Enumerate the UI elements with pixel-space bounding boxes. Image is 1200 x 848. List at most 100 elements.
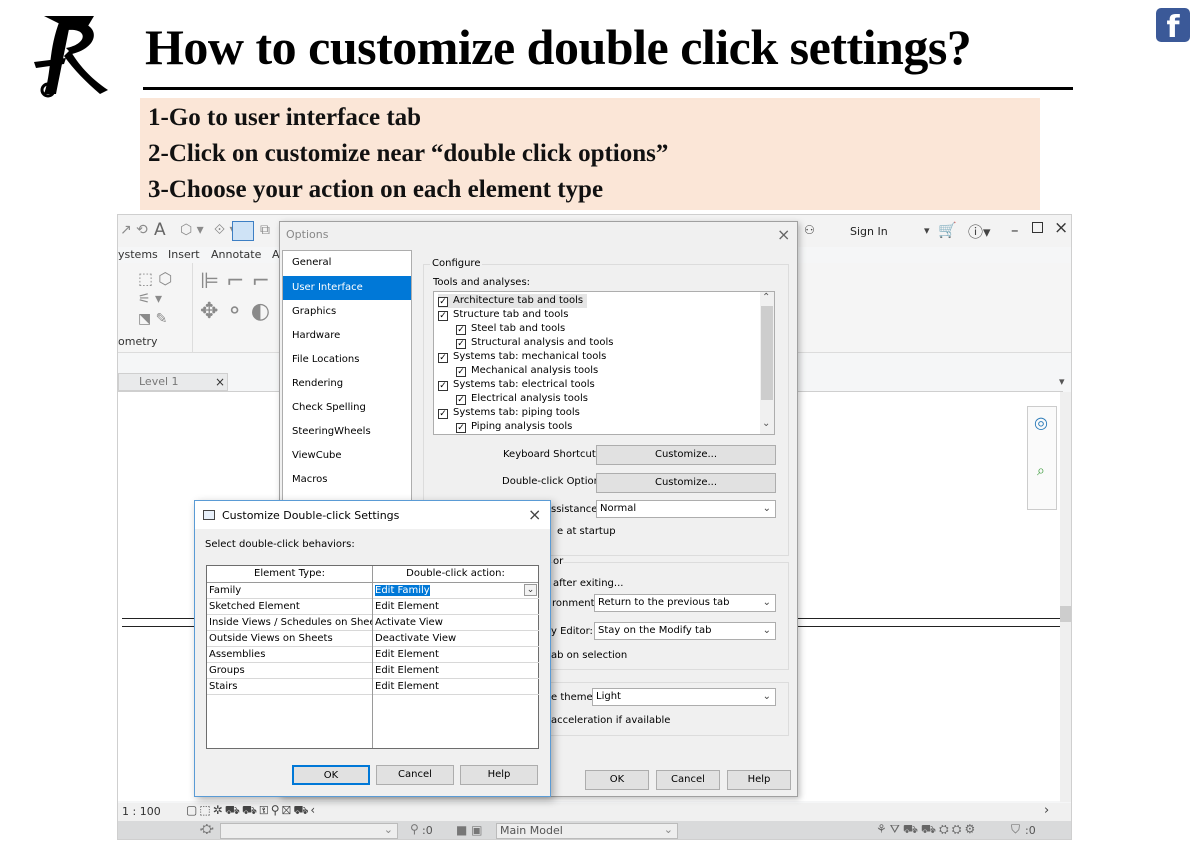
tab-annotate[interactable]: Annotate: [211, 248, 261, 261]
scroll-up-icon[interactable]: ⌃: [762, 292, 770, 303]
tree-item-structure[interactable]: ✓ Structure tab and tools: [438, 308, 568, 322]
dc-ok-button[interactable]: OK: [292, 765, 370, 785]
chevron-down-icon: ⌄: [762, 691, 771, 702]
nav-rendering[interactable]: Rendering: [283, 372, 411, 396]
cut-tool-icon[interactable]: ⚟ ▾: [138, 291, 162, 307]
scroll-right-icon[interactable]: ›: [1044, 803, 1049, 818]
tree-item-mechanical-analysis[interactable]: ✓ Mechanical analysis tools: [456, 364, 598, 378]
checkbox[interactable]: ✓: [456, 367, 466, 377]
view-control-icons[interactable]: ▢⬚✲⛟⛟⚿⚲⛝⛟‹: [186, 803, 317, 819]
help-icon[interactable]: ⓘ▾: [968, 221, 991, 242]
scale-label[interactable]: 1 : 100: [122, 805, 161, 818]
nav-macros[interactable]: Macros: [283, 468, 411, 492]
options-help-button[interactable]: Help: [727, 770, 791, 790]
checkbox[interactable]: ✓: [438, 381, 448, 391]
facebook-icon[interactable]: f: [1156, 8, 1190, 45]
row-action-assemblies[interactable]: Edit Element: [373, 647, 539, 663]
checkbox[interactable]: ✓: [456, 339, 466, 349]
minimize-icon[interactable]: –: [1011, 221, 1019, 239]
view-list-icon[interactable]: ▾: [1059, 375, 1065, 388]
user-icon[interactable]: ⚇: [804, 223, 815, 237]
theme-select[interactable]: Light ⌄: [592, 688, 776, 706]
row-action-sketched[interactable]: Edit Element: [373, 599, 539, 615]
checkbox[interactable]: ✓: [438, 353, 448, 363]
close-icon[interactable]: ×: [777, 225, 790, 244]
align-icon[interactable]: ⊫ ⌐ ⌐: [200, 269, 270, 294]
double-click-customize-button[interactable]: Customize...: [596, 473, 776, 493]
close-view-icon[interactable]: ×: [215, 374, 225, 390]
selection-icons[interactable]: ⚘⛛⛟⛟⛭⛭⚙: [876, 822, 978, 838]
tooltip-assistance-select[interactable]: Normal ⌄: [596, 500, 776, 518]
keyboard-customize-button[interactable]: Customize...: [596, 445, 776, 465]
sign-in-link[interactable]: Sign In: [850, 225, 888, 238]
thin-lines-icon[interactable]: [232, 221, 254, 241]
row-action-inside-views[interactable]: Activate View: [373, 615, 539, 631]
environment-label: ronment:: [552, 598, 598, 609]
3d-view-icon[interactable]: ⬡ ▾: [180, 222, 204, 238]
nav-file-locations[interactable]: File Locations: [283, 348, 411, 372]
nav-hardware[interactable]: Hardware: [283, 324, 411, 348]
tab-insert[interactable]: Insert: [168, 248, 200, 261]
worksets-icon[interactable]: ⛮: [200, 822, 214, 837]
tools-scrollbar[interactable]: ⌃ ⌄: [760, 292, 774, 434]
tree-item-architecture[interactable]: ✓ Architecture tab and tools: [438, 294, 588, 308]
workset-dropdown[interactable]: ⌄: [220, 823, 398, 839]
nav-viewcube[interactable]: ViewCube: [283, 444, 411, 468]
checkbox[interactable]: ✓: [438, 297, 448, 307]
tree-item-steel[interactable]: ✓ Steel tab and tools: [456, 322, 565, 336]
nav-check-spelling[interactable]: Check Spelling: [283, 396, 411, 420]
design-options-icon[interactable]: ■ ▣: [456, 823, 483, 837]
row-action-groups[interactable]: Edit Element: [373, 663, 539, 679]
editable-only-icon[interactable]: ⚲: [410, 822, 419, 836]
status-bar: ⛮ ⌄ ⚲ :0 ■ ▣ Main Model ⌄ ⚘⛛⛟⛟⛭⛭⚙ ⛉ :0: [118, 821, 1071, 839]
dc-help-button[interactable]: Help: [460, 765, 538, 785]
close-icon[interactable]: ×: [1054, 218, 1068, 238]
vertical-scrollbar[interactable]: [1060, 392, 1071, 802]
nav-general[interactable]: General: [283, 251, 411, 275]
move-icon[interactable]: ✥ ⚬ ◐: [200, 299, 270, 324]
tree-item-structural-analysis[interactable]: ✓ Structural analysis and tools: [456, 336, 613, 350]
nav-steeringwheels[interactable]: SteeringWheels: [283, 420, 411, 444]
close-icon[interactable]: ×: [528, 505, 541, 524]
nav-graphics[interactable]: Graphics: [283, 300, 411, 324]
checkbox[interactable]: ✓: [456, 395, 466, 405]
text-icon[interactable]: A: [154, 220, 166, 240]
tree-item-piping[interactable]: ✓ Systems tab: piping tools: [438, 406, 580, 420]
tab-systems[interactable]: ystems: [118, 248, 158, 261]
filter-icon[interactable]: ⛉: [1011, 822, 1020, 837]
paint-tool-icon[interactable]: ⬔ ✎: [138, 311, 167, 327]
checkbox[interactable]: ✓: [456, 325, 466, 335]
dropdown-arrow-icon[interactable]: ▾: [924, 224, 930, 237]
scroll-down-icon[interactable]: ⌄: [762, 418, 770, 429]
2d-wheel-icon[interactable]: ◎: [1034, 413, 1048, 432]
checkbox[interactable]: ✓: [438, 409, 448, 419]
tree-item-mechanical[interactable]: ✓ Systems tab: mechanical tools: [438, 350, 606, 364]
chevron-down-icon: ⌄: [762, 503, 771, 514]
row-action-stairs[interactable]: Edit Element: [373, 679, 539, 695]
arrow-icon[interactable]: ↗: [120, 222, 132, 238]
dc-cancel-button[interactable]: Cancel: [376, 765, 454, 785]
nav-user-interface[interactable]: User Interface: [283, 276, 411, 300]
cart-icon[interactable]: 🛒: [938, 221, 957, 239]
editor-select[interactable]: Stay on the Modify tab ⌄: [594, 622, 776, 640]
chevron-down-icon[interactable]: ⌄: [524, 584, 537, 596]
checkbox[interactable]: ✓: [456, 423, 466, 433]
double-click-grid: Element Type: Double-click action: Famil…: [206, 565, 539, 749]
row-element-inside-views: Inside Views / Schedules on Sheets: [207, 615, 372, 631]
tree-item-electrical-analysis[interactable]: ✓ Electrical analysis tools: [456, 392, 588, 406]
geometry-tool-icon[interactable]: ⬚ ⬡: [138, 269, 172, 288]
row-action-outside-views[interactable]: Deactivate View: [373, 631, 539, 647]
environment-select[interactable]: Return to the previous tab ⌄: [594, 594, 776, 612]
options-cancel-button[interactable]: Cancel: [656, 770, 720, 790]
zoom-icon[interactable]: ⌕: [1037, 463, 1045, 479]
maximize-icon[interactable]: [1032, 222, 1043, 233]
tree-item-piping-analysis[interactable]: ✓ Piping analysis tools: [456, 420, 572, 434]
row-action-family-select[interactable]: Edit Family ⌄: [373, 583, 539, 599]
tree-item-electrical[interactable]: ✓ Systems tab: electrical tools: [438, 378, 595, 392]
measure-icon[interactable]: ⟲: [136, 222, 148, 238]
design-option-dropdown[interactable]: Main Model ⌄: [496, 823, 678, 839]
switch-windows-icon[interactable]: ⧉: [260, 222, 270, 238]
view-tab-level-1[interactable]: Level 1 ×: [118, 373, 228, 391]
options-ok-button[interactable]: OK: [585, 770, 649, 790]
checkbox[interactable]: ✓: [438, 311, 448, 321]
